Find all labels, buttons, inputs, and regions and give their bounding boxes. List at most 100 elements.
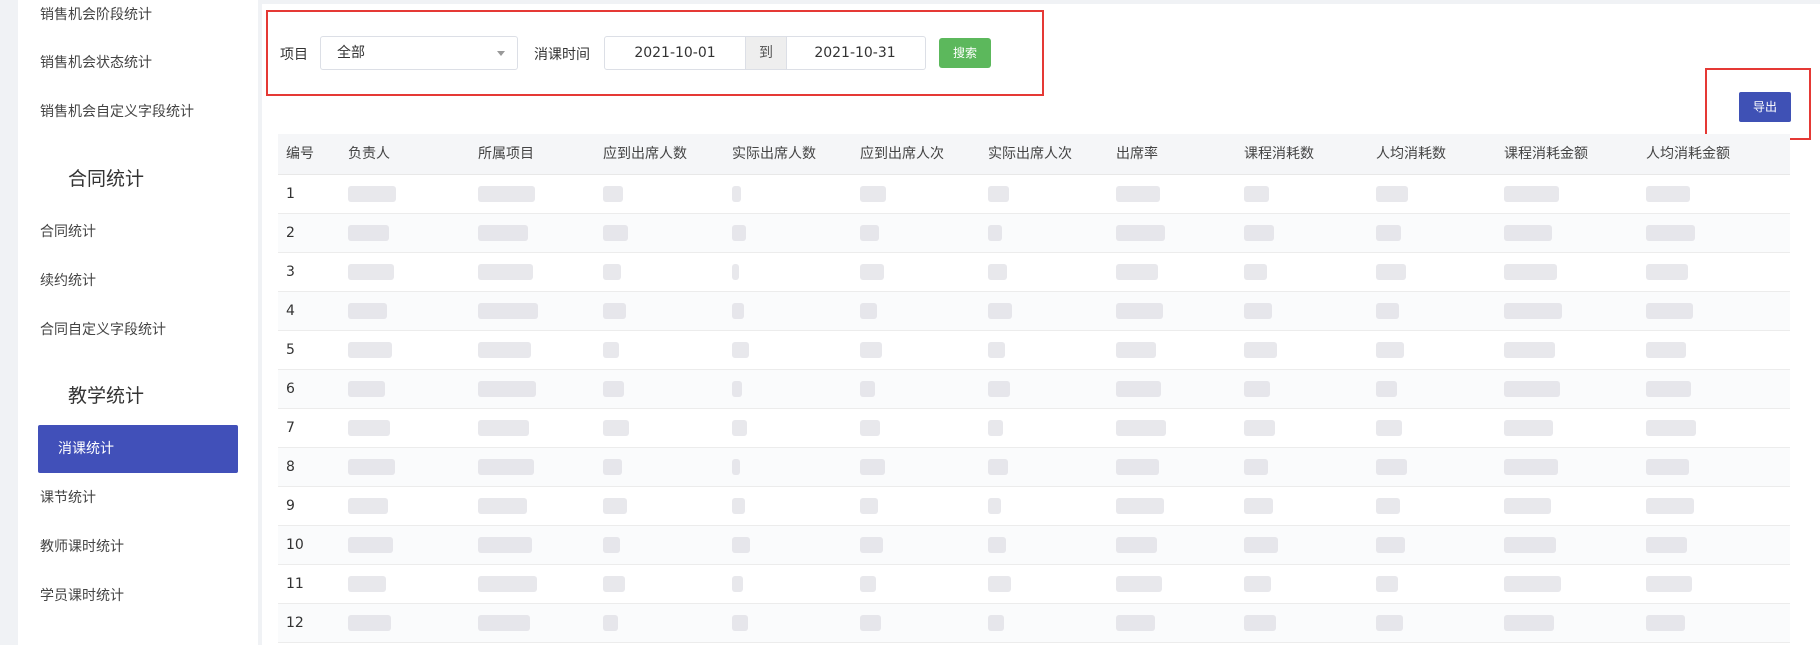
data-table: 编号 负责人 所属项目 应到出席人数 实际出席人数 应到出席人次 实际出席人次 … — [278, 134, 1790, 643]
redacted-cell — [988, 303, 1012, 319]
redacted-cell — [860, 420, 880, 436]
redacted-cell — [1504, 537, 1556, 553]
row-number: 3 — [286, 264, 295, 280]
redacted-cell — [478, 576, 537, 592]
redacted-cell — [1116, 381, 1161, 397]
redacted-cell — [1244, 225, 1274, 241]
table-header: 编号 负责人 所属项目 应到出席人数 实际出席人数 应到出席人次 实际出席人次 … — [278, 134, 1790, 175]
redacted-cell — [732, 225, 746, 241]
column-header: 所属项目 — [478, 146, 534, 162]
redacted-cell — [988, 381, 1010, 397]
redacted-cell — [732, 186, 741, 202]
column-header: 应到出席人数 — [603, 146, 687, 162]
row-number: 11 — [286, 576, 304, 592]
redacted-cell — [348, 459, 395, 475]
redacted-cell — [1504, 342, 1555, 358]
table-row: 10 — [278, 526, 1790, 565]
sidebar-item-lesson[interactable]: 课节统计 — [40, 485, 258, 511]
redacted-cell — [603, 459, 622, 475]
redacted-cell — [1504, 186, 1559, 202]
redacted-cell — [1504, 498, 1551, 514]
sidebar-item-course-consumption[interactable]: 消课统计 — [38, 425, 238, 473]
column-header: 负责人 — [348, 146, 390, 162]
highlight-box-filters — [266, 10, 1044, 96]
redacted-cell — [1116, 576, 1162, 592]
redacted-cell — [1504, 576, 1561, 592]
redacted-cell — [1376, 420, 1402, 436]
redacted-cell — [603, 576, 625, 592]
redacted-cell — [1504, 303, 1562, 319]
redacted-cell — [348, 186, 396, 202]
redacted-cell — [1244, 459, 1268, 475]
redacted-cell — [1646, 498, 1694, 514]
redacted-cell — [732, 498, 745, 514]
column-header: 课程消耗金额 — [1504, 146, 1588, 162]
redacted-cell — [478, 381, 536, 397]
table-row: 8 — [278, 448, 1790, 487]
table-row: 5 — [278, 331, 1790, 370]
redacted-cell — [1376, 264, 1406, 280]
redacted-cell — [1116, 537, 1157, 553]
redacted-cell — [1244, 264, 1267, 280]
table-row: 7 — [278, 409, 1790, 448]
sidebar-item-teacher-hours[interactable]: 教师课时统计 — [40, 534, 258, 560]
sidebar-item-sales-custom[interactable]: 销售机会自定义字段统计 — [40, 99, 258, 125]
redacted-cell — [1646, 225, 1695, 241]
redacted-cell — [478, 615, 530, 631]
redacted-cell — [1116, 459, 1159, 475]
sidebar-item-student-hours[interactable]: 学员课时统计 — [40, 583, 258, 609]
redacted-cell — [1646, 537, 1687, 553]
redacted-cell — [603, 381, 624, 397]
table-row: 11 — [278, 565, 1790, 604]
redacted-cell — [860, 498, 878, 514]
redacted-cell — [1504, 420, 1553, 436]
redacted-cell — [732, 459, 740, 475]
redacted-cell — [1646, 576, 1692, 592]
redacted-cell — [603, 342, 619, 358]
redacted-cell — [348, 420, 390, 436]
table-row: 9 — [278, 487, 1790, 526]
row-number: 7 — [286, 420, 295, 436]
redacted-cell — [1244, 498, 1273, 514]
redacted-cell — [1646, 186, 1690, 202]
sidebar-item-sales-status[interactable]: 销售机会状态统计 — [40, 50, 258, 76]
redacted-cell — [732, 342, 749, 358]
redacted-cell — [1504, 615, 1554, 631]
redacted-cell — [1646, 264, 1688, 280]
redacted-cell — [988, 459, 1008, 475]
redacted-cell — [1504, 381, 1560, 397]
redacted-cell — [1244, 381, 1270, 397]
sidebar-item-sales-stage[interactable]: 销售机会阶段统计 — [40, 2, 258, 28]
redacted-cell — [860, 264, 884, 280]
row-number: 12 — [286, 615, 304, 631]
sidebar-item-contract-custom[interactable]: 合同自定义字段统计 — [40, 317, 258, 343]
redacted-cell — [478, 459, 534, 475]
redacted-cell — [860, 537, 883, 553]
highlight-box-export — [1705, 68, 1811, 140]
row-number: 5 — [286, 342, 295, 358]
redacted-cell — [1504, 264, 1557, 280]
redacted-cell — [478, 537, 532, 553]
redacted-cell — [348, 303, 387, 319]
redacted-cell — [603, 303, 626, 319]
column-header: 出席率 — [1116, 146, 1158, 162]
sidebar-item-renewal[interactable]: 续约统计 — [40, 268, 258, 294]
table-row: 2 — [278, 214, 1790, 253]
redacted-cell — [732, 303, 744, 319]
redacted-cell — [348, 615, 391, 631]
redacted-cell — [1376, 225, 1401, 241]
redacted-cell — [1116, 225, 1165, 241]
redacted-cell — [1116, 498, 1164, 514]
redacted-cell — [988, 576, 1011, 592]
redacted-cell — [1376, 576, 1398, 592]
redacted-cell — [603, 225, 628, 241]
row-number: 2 — [286, 225, 295, 241]
column-header: 人均消耗数 — [1376, 146, 1446, 162]
table-row: 12 — [278, 604, 1790, 643]
redacted-cell — [1244, 342, 1277, 358]
redacted-cell — [988, 342, 1005, 358]
redacted-cell — [732, 537, 750, 553]
row-number: 10 — [286, 537, 304, 553]
row-number: 9 — [286, 498, 295, 514]
sidebar-item-contract[interactable]: 合同统计 — [40, 219, 258, 245]
